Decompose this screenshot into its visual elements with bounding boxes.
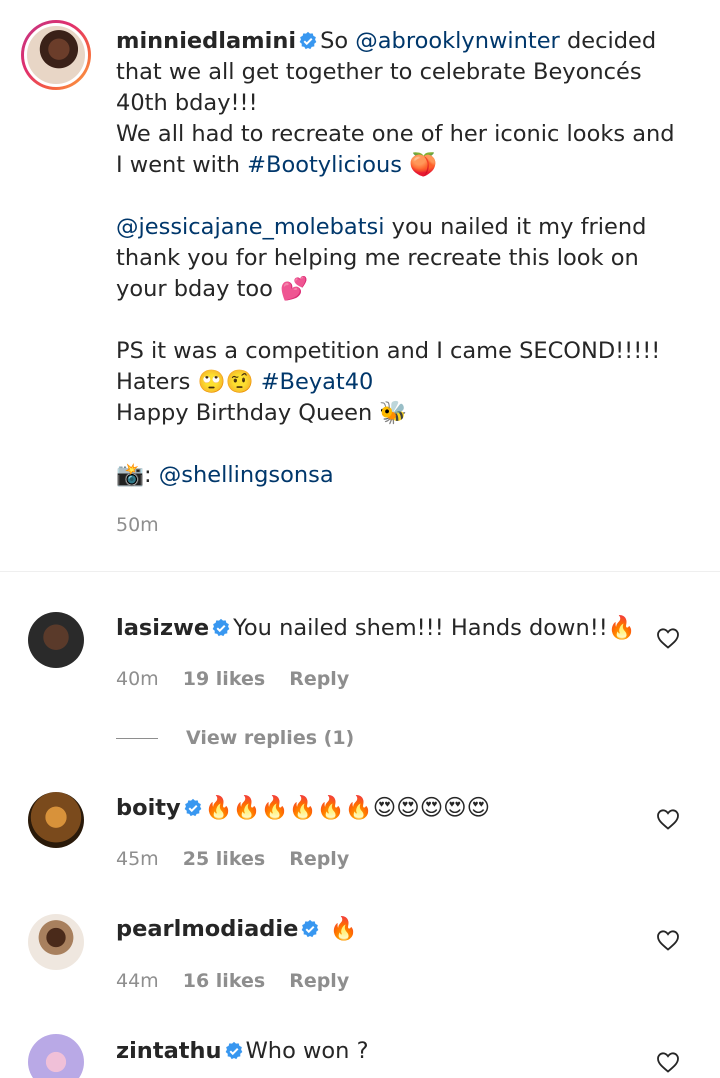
mention-link[interactable]: @jessicajane_molebatsi bbox=[116, 214, 384, 240]
verified-badge-icon bbox=[184, 798, 202, 817]
comment-meta: 44m 16 likes Reply bbox=[116, 969, 367, 993]
comment-body: You nailed shem!!! Hands down!!🔥 bbox=[233, 615, 636, 641]
comment-username[interactable]: pearlmodiadie bbox=[116, 916, 298, 942]
verified-badge-icon bbox=[225, 1041, 242, 1060]
caption-text: minniedlamini So @abrooklynwinter decided… bbox=[116, 28, 682, 488]
verified-badge-icon bbox=[299, 31, 317, 50]
likes-count[interactable]: 19 likes bbox=[183, 668, 265, 690]
likes-count[interactable]: 25 likes bbox=[183, 848, 265, 870]
comment-meta: 45m 25 likes Reply bbox=[116, 847, 367, 871]
mention-link[interactable]: @shellingsonsa bbox=[159, 462, 334, 488]
comment-text: lasizwe You nailed shem!!! Hands down!!🔥 bbox=[116, 613, 636, 643]
comment-username[interactable]: zintathu bbox=[116, 1038, 222, 1064]
verified-badge-icon bbox=[302, 919, 319, 938]
hashtag-link[interactable]: #Bootylicious bbox=[247, 152, 402, 178]
comment-body: 🔥 bbox=[329, 916, 358, 942]
hashtag-link[interactable]: #Beyat40 bbox=[261, 369, 374, 395]
mention-link[interactable]: @abrooklynwinter bbox=[355, 28, 560, 54]
heart-icon[interactable] bbox=[656, 929, 680, 951]
view-replies-button[interactable]: View replies (1) bbox=[116, 727, 354, 749]
caption-timestamp: 50m bbox=[116, 514, 159, 536]
verified-badge-icon bbox=[212, 618, 230, 637]
comment-timestamp: 44m bbox=[116, 970, 159, 992]
reply-button[interactable]: Reply bbox=[289, 668, 349, 690]
replies-divider-line bbox=[116, 738, 158, 739]
comment-meta: 40m 19 likes Reply bbox=[116, 667, 367, 691]
comment-text: pearlmodiadie 🔥 bbox=[116, 914, 636, 944]
comment-body: 🔥🔥🔥🔥🔥🔥😍😍😍😍😍 bbox=[204, 795, 491, 821]
comment-timestamp: 45m bbox=[116, 848, 159, 870]
heart-icon[interactable] bbox=[656, 1051, 680, 1073]
heart-icon[interactable] bbox=[656, 808, 680, 830]
likes-count[interactable]: 16 likes bbox=[183, 970, 265, 992]
caption-username[interactable]: minniedlamini bbox=[116, 28, 296, 54]
heart-icon[interactable] bbox=[656, 627, 680, 649]
avatar[interactable] bbox=[28, 1034, 84, 1078]
reply-button[interactable]: Reply bbox=[289, 848, 349, 870]
comment-text: zintathu Who won ? bbox=[116, 1036, 636, 1066]
post-caption: minniedlamini So @abrooklynwinter decided… bbox=[0, 0, 720, 572]
divider bbox=[0, 571, 720, 572]
comment-text: boity 🔥🔥🔥🔥🔥🔥😍😍😍😍😍 bbox=[116, 793, 636, 823]
avatar[interactable] bbox=[21, 20, 91, 90]
comment-timestamp: 40m bbox=[116, 668, 159, 690]
comment-username[interactable]: boity bbox=[116, 795, 181, 821]
comment-body: Who won ? bbox=[245, 1038, 369, 1064]
reply-button[interactable]: Reply bbox=[289, 970, 349, 992]
avatar[interactable] bbox=[28, 914, 84, 970]
avatar[interactable] bbox=[28, 792, 84, 848]
avatar[interactable] bbox=[28, 612, 84, 668]
comment-username[interactable]: lasizwe bbox=[116, 615, 209, 641]
